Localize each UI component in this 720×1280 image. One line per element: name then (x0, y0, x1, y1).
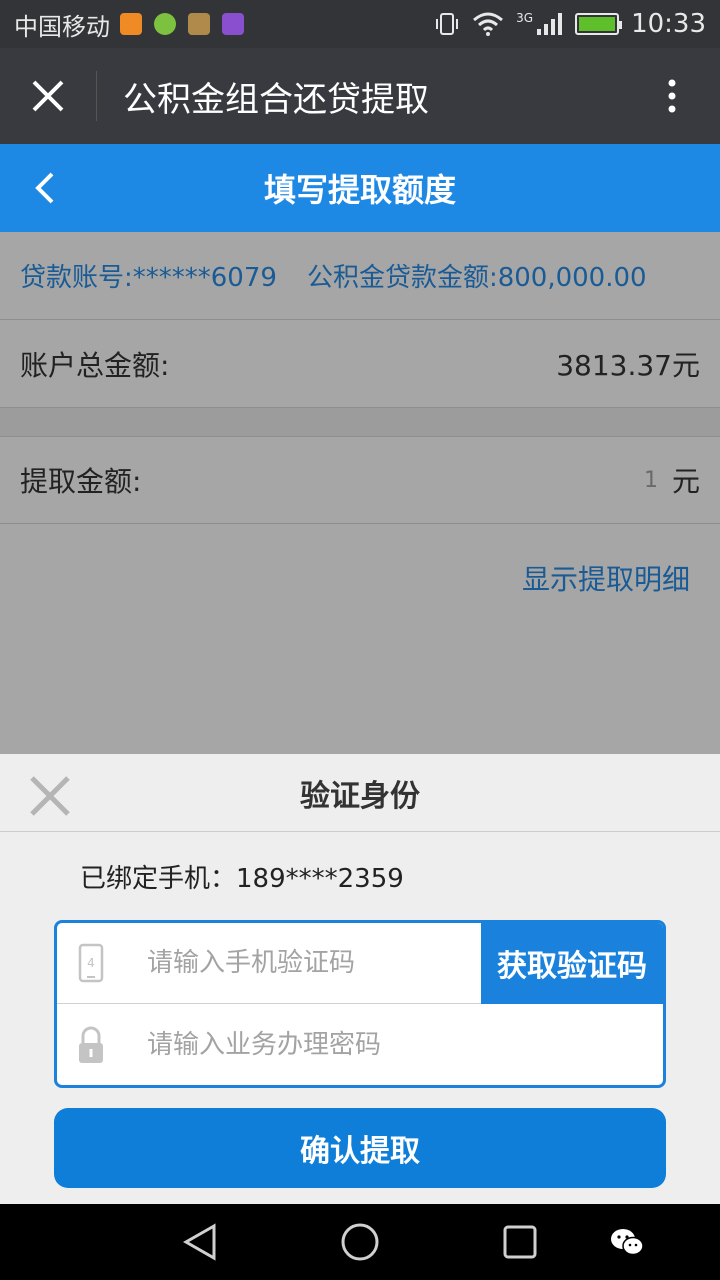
uc-browser-app-icon (120, 13, 142, 35)
more-vertical-icon (668, 79, 676, 113)
total-balance-value: 3813.37元 (556, 348, 700, 382)
square-recents-icon (503, 1225, 537, 1259)
sheet-title: 验证身份 (300, 778, 420, 814)
password-row (57, 1004, 663, 1085)
verification-form: 4 获取验证码 (54, 920, 666, 1088)
close-icon (30, 776, 70, 816)
total-balance-label: 账户总金额: (20, 348, 170, 382)
total-balance-row: 账户总金额: 3813.37元 (0, 320, 720, 408)
360-app-icon (154, 13, 176, 35)
show-detail-link[interactable]: 显示提取明细 (522, 558, 690, 598)
clock: 10:33 (631, 9, 706, 39)
back-button[interactable] (30, 170, 66, 206)
phone-icon: 4 (61, 923, 121, 1004)
get-code-button[interactable]: 获取验证码 (481, 923, 663, 1004)
chevron-left-icon (35, 172, 54, 204)
title-bar: 公积金组合还贷提取 (0, 48, 720, 144)
window-title: 公积金组合还贷提取 (123, 79, 429, 120)
withdraw-amount-input[interactable] (591, 460, 672, 500)
battery-icon (575, 13, 623, 35)
more-button[interactable] (624, 48, 720, 144)
wechat-logo-icon (611, 1229, 644, 1256)
bound-phone: 已绑定手机：189****2359 (80, 864, 404, 894)
vibrate-icon (436, 13, 459, 35)
status-bar: 中国移动 3G 10:33 (0, 0, 720, 48)
withdraw-amount-unit: 元 (671, 465, 700, 498)
gallery-app-icon (188, 13, 210, 35)
title-divider (96, 71, 97, 121)
section-gap (0, 408, 720, 436)
lock-icon (61, 1004, 121, 1085)
signal-icon (537, 13, 563, 35)
wifi-icon (473, 12, 504, 36)
sheet-header: 验证身份 (0, 754, 720, 832)
loan-amount: 公积金贷款金额:800,000.00 (306, 263, 647, 293)
triangle-back-icon (182, 1223, 216, 1261)
page-header: 填写提取额度 (0, 144, 720, 232)
sheet-close-button[interactable] (28, 774, 72, 818)
sms-code-row: 4 获取验证码 (57, 923, 663, 1004)
page-title: 填写提取额度 (263, 171, 456, 209)
nav-home-button[interactable] (330, 1212, 390, 1272)
loan-info-row: 贷款账号:******6079 公积金贷款金额:800,000.00 (0, 232, 720, 320)
verify-identity-sheet: 验证身份 已绑定手机：189****2359 4 获取验证码 确认提取 (0, 754, 720, 1204)
close-button[interactable] (0, 48, 96, 144)
nav-back-button[interactable] (170, 1212, 230, 1272)
loan-account: 贷款账号:******6079 (20, 263, 277, 293)
confirm-withdraw-button[interactable]: 确认提取 (54, 1108, 666, 1188)
carrier-name: 中国移动 (14, 12, 110, 41)
sms-code-input[interactable] (121, 933, 481, 993)
close-icon (32, 80, 64, 112)
withdraw-amount-row: 提取金额: 元 (0, 436, 720, 524)
nav-recents-button[interactable] (490, 1212, 550, 1272)
password-input[interactable] (121, 1014, 663, 1075)
withdraw-amount-label: 提取金额: (20, 465, 142, 498)
svg-text:4: 4 (87, 956, 95, 970)
photo-app-icon (222, 13, 244, 35)
network-type: 3G (516, 11, 534, 25)
withdraw-form: 贷款账号:******6079 公积金贷款金额:800,000.00 账户总金额… (0, 232, 720, 754)
circle-home-icon (341, 1223, 379, 1261)
